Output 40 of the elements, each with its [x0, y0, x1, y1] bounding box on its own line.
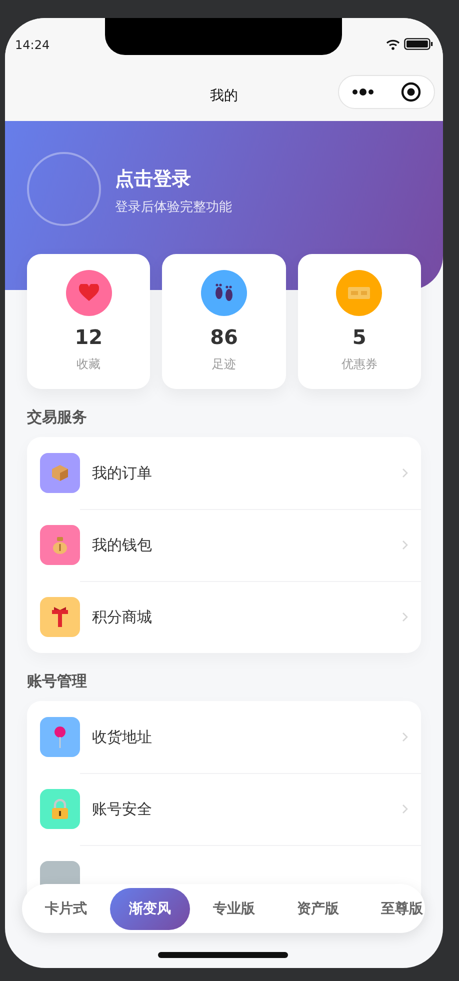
- status-time: 14:24: [15, 38, 50, 52]
- menu-item[interactable]: 我的钱包: [92, 536, 402, 554]
- login-hint: 登录后体验完整功能: [115, 199, 232, 216]
- menu-item[interactable]: 积分商城: [92, 608, 402, 626]
- stat-label: 足迹: [212, 356, 236, 373]
- heart-icon: [78, 284, 99, 302]
- capsule-menu[interactable]: [338, 75, 435, 109]
- stat-count: 86: [210, 324, 238, 350]
- battery-icon: [404, 38, 433, 50]
- footprints-icon: [212, 283, 235, 303]
- stat-label: 收藏: [76, 356, 101, 373]
- menu-item[interactable]: 我的订单: [92, 464, 402, 482]
- menu-item[interactable]: 账号安全: [92, 800, 402, 818]
- style-tab[interactable]: 资产版: [278, 888, 358, 930]
- wifi-icon: [386, 38, 400, 50]
- stat-label: 优惠券: [341, 356, 378, 373]
- more-icon: [352, 88, 374, 96]
- stat-count: 12: [74, 324, 103, 350]
- chevron-right-icon: [402, 804, 408, 814]
- style-tab[interactable]: 卡片式: [26, 888, 106, 930]
- page-title: 我的: [210, 86, 238, 104]
- gift-icon: [52, 607, 68, 627]
- style-tab[interactable]: 渐变风: [110, 888, 190, 930]
- login-link[interactable]: 点击登录: [115, 166, 232, 192]
- ticket-icon: [348, 287, 370, 299]
- section-title: 账号管理: [27, 671, 88, 691]
- menu-item[interactable]: 收货地址: [92, 728, 402, 746]
- chevron-right-icon: [402, 612, 408, 622]
- padlock-icon: [51, 799, 69, 819]
- money-bag-icon: [52, 536, 68, 554]
- chevron-right-icon: [402, 540, 408, 550]
- chevron-right-icon: [402, 468, 408, 478]
- chevron-right-icon: [402, 732, 408, 742]
- style-tab[interactable]: 至尊版: [362, 888, 425, 930]
- section-title: 交易服务: [27, 407, 88, 427]
- close-target-icon: [400, 82, 421, 102]
- box-icon: [51, 464, 69, 482]
- style-tab[interactable]: 专业版: [194, 888, 274, 930]
- stat-count: 5: [352, 324, 366, 350]
- pushpin-icon: [54, 726, 66, 748]
